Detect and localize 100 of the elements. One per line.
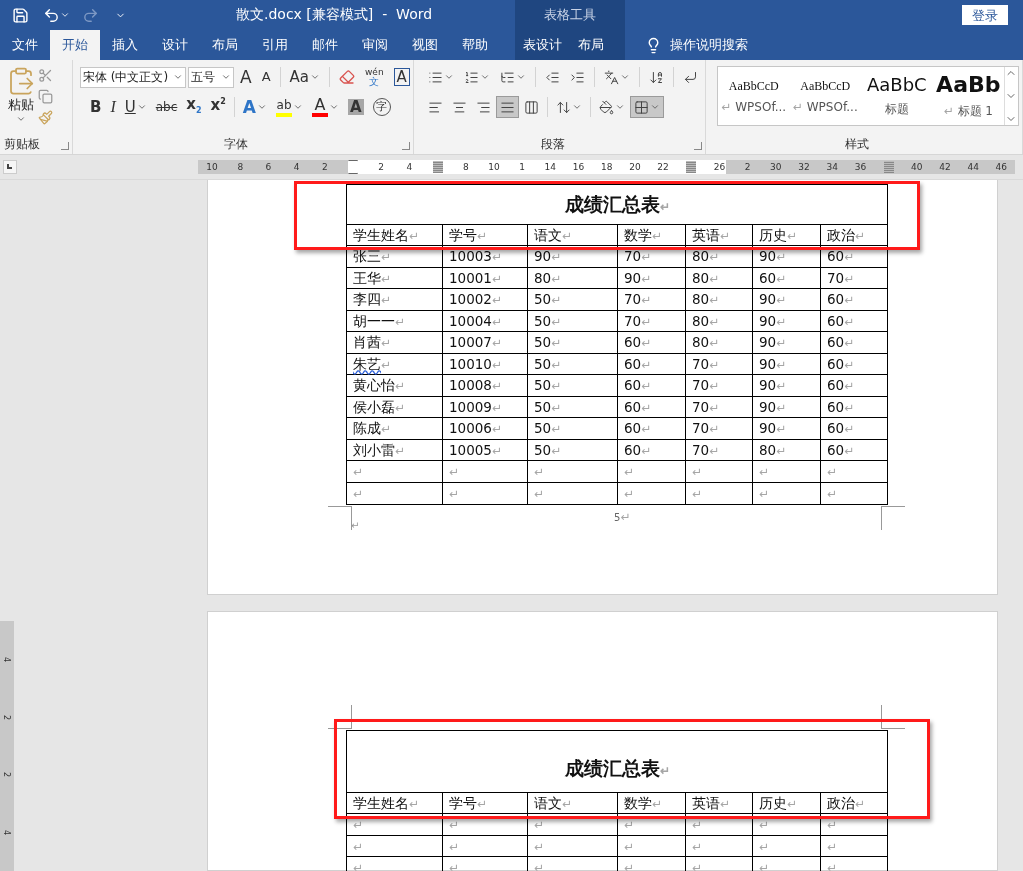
context-group-label: 表格工具 <box>544 6 596 24</box>
caret-icon <box>620 72 630 82</box>
table-cell: 10009↵ <box>443 396 528 418</box>
outdent-icon <box>545 69 560 85</box>
launcher-icon[interactable] <box>694 142 702 150</box>
table-cell: 50↵ <box>528 439 618 461</box>
subscript-button[interactable]: x$_{2}$ <box>182 96 206 118</box>
font-name-field[interactable]: 宋体 (中文正文) <box>80 66 186 88</box>
copy-icon[interactable] <box>38 89 53 104</box>
ribbon-tab[interactable]: 设计 <box>150 30 200 60</box>
caret-icon <box>173 72 183 82</box>
ribbon-tab[interactable]: 文件 <box>0 30 50 60</box>
table-cell: ↵ <box>618 835 686 857</box>
table-cell: 李四↵ <box>347 289 443 310</box>
style-item[interactable]: AaBbC 标题 <box>861 67 933 125</box>
column-marker[interactable] <box>432 161 443 173</box>
ribbon-tab[interactable]: 帮助 <box>450 30 500 60</box>
change-case-button[interactable]: Aa <box>285 66 324 88</box>
underline-button[interactable]: U <box>120 96 151 118</box>
table-cell: 80↵ <box>686 267 753 289</box>
column-marker[interactable] <box>883 161 894 173</box>
justify-icon <box>500 99 515 115</box>
strikethrough-button[interactable]: abc <box>151 96 182 118</box>
caret-icon <box>16 114 26 124</box>
column-marker[interactable] <box>686 161 697 173</box>
table-title: 成绩汇总表↵ <box>564 757 670 781</box>
style-item[interactable]: AaBb ↵ 标题 1 <box>932 67 1005 125</box>
table-cell: ↵ <box>528 814 618 835</box>
grow-font-button[interactable]: A <box>236 66 256 88</box>
ribbon-tab[interactable]: 审阅 <box>350 30 400 60</box>
table-cell: 10005↵ <box>443 439 528 461</box>
table-cell: 70↵ <box>686 439 753 461</box>
group-label: 字体 <box>223 136 249 153</box>
highlight-button[interactable]: ab <box>272 96 308 118</box>
tell-me-search[interactable]: 操作说明搜索 <box>670 36 748 54</box>
bold-button[interactable]: B <box>86 96 106 118</box>
columns-icon <box>524 99 539 115</box>
ribbon-tab[interactable]: 引用 <box>250 30 300 60</box>
table-cell-text: ↵ <box>826 464 839 481</box>
table-cell: 10003↵ <box>443 246 528 267</box>
table-cell: ↵ <box>528 482 618 504</box>
table-cell: 70↵ <box>686 418 753 439</box>
table-cell: ↵ <box>686 482 753 504</box>
caret-icon <box>516 72 526 82</box>
ribbon-tab[interactable]: 布局 <box>570 30 612 60</box>
style-item[interactable]: AaBbCcD ↵ WPSOf... <box>789 67 862 125</box>
margin-mark <box>881 506 905 530</box>
ribbon-tab[interactable]: 布局 <box>200 30 250 60</box>
login-button[interactable]: 登录 <box>962 5 1008 25</box>
table-cell: 80↵ <box>686 246 753 267</box>
table-title: 成绩汇总表↵ <box>564 192 670 217</box>
table-cell: ↵ <box>618 461 686 482</box>
table-cell: 90↵ <box>753 332 821 353</box>
launcher-icon[interactable] <box>61 142 69 150</box>
justify-button[interactable] <box>496 96 519 118</box>
table-cell: ↵ <box>686 814 753 835</box>
tab-stop-selector[interactable] <box>3 160 17 174</box>
paintbrush-icon[interactable] <box>38 110 53 125</box>
page-number: 5↵ <box>614 510 631 524</box>
table-cell: 70↵ <box>686 353 753 375</box>
table-cell: 90↵ <box>753 246 821 267</box>
shrink-font-button[interactable]: A <box>257 66 275 88</box>
borders-button[interactable] <box>630 96 664 118</box>
sort-icon <box>649 69 664 85</box>
table-cell: 90↵ <box>618 267 686 289</box>
character-shading-button[interactable]: A <box>344 96 368 118</box>
style-item[interactable]: AaBbCcD ↵ WPSOf... <box>718 67 790 125</box>
table-cell: ↵ <box>443 814 528 835</box>
table-cell-text: ↵ <box>826 860 839 871</box>
text-effect-button[interactable]: A <box>238 96 272 118</box>
launcher-icon[interactable] <box>402 142 410 150</box>
font-size-field[interactable]: 五号 <box>188 66 234 88</box>
ribbon-tab[interactable]: 插入 <box>100 30 150 60</box>
paste-button[interactable]: 粘贴 <box>4 66 38 136</box>
ribbon-tab[interactable]: 开始 <box>50 30 100 60</box>
horizontal-ruler: 10 8 6 4 2 2 4 8 10 1 14 16 18 20 22 26 2 30 32 34 36 40 42 44 46 <box>198 160 1016 174</box>
table-cell: ↵ <box>443 857 528 871</box>
line-spacing-icon <box>556 99 571 115</box>
italic-button[interactable]: I <box>106 96 120 118</box>
ribbon-tab[interactable]: 邮件 <box>300 30 350 60</box>
scissors-icon[interactable] <box>38 68 53 83</box>
table-cell: 10007↵ <box>443 332 528 353</box>
ribbon-tab[interactable]: 表设计 <box>515 30 570 60</box>
table-header-cell-text: 政治↵ <box>826 226 867 245</box>
table-cell: ↵ <box>443 482 528 504</box>
font-color-button[interactable]: A <box>308 96 344 118</box>
table-cell: 50↵ <box>528 396 618 418</box>
caret-icon <box>650 102 660 112</box>
table-header-cell: 学号↵ <box>443 793 528 814</box>
table-cell: 90↵ <box>753 375 821 396</box>
table-cell-text: 60↵ <box>826 333 856 352</box>
table-cell-text: 70↵ <box>826 268 856 288</box>
superscript-button[interactable]: x$^{2}$ <box>206 96 230 118</box>
table-cell: 50↵ <box>528 310 618 332</box>
indent-marker[interactable] <box>348 160 359 174</box>
table-cell-text: 60↵ <box>826 397 856 417</box>
ribbon-tab[interactable]: 视图 <box>400 30 450 60</box>
table-header-cell: 语文↵ <box>528 225 618 246</box>
table-header-cell: 历史↵ <box>753 225 821 246</box>
phonetic-guide-button[interactable]: wén 文 <box>361 66 388 88</box>
